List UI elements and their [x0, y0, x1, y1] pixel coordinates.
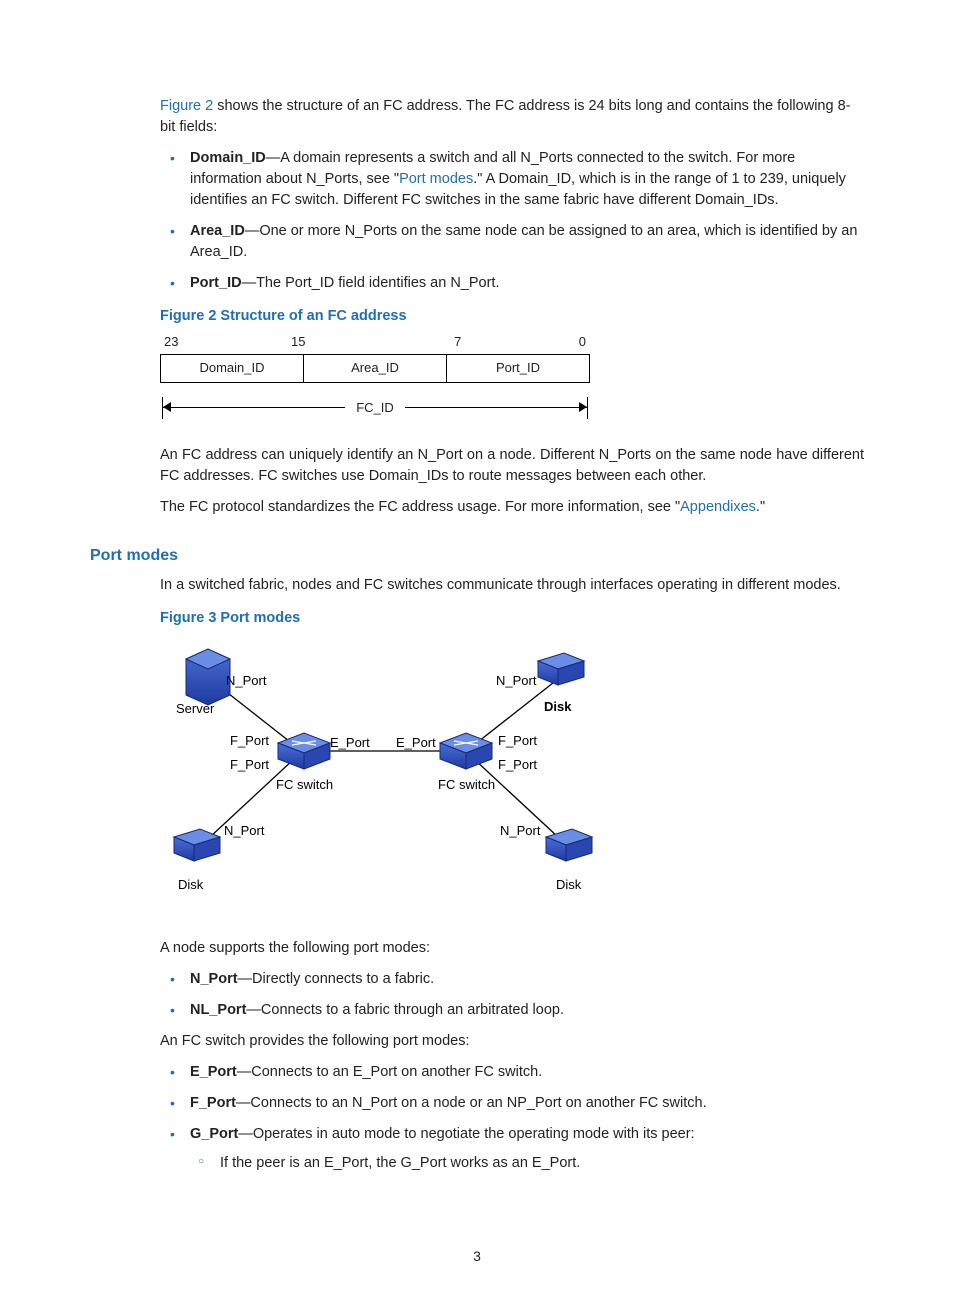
link-appendixes[interactable]: Appendixes	[680, 499, 756, 515]
link-port-modes[interactable]: Port modes	[399, 171, 473, 187]
figure-3-diagram: N_Port Server N_Port Disk F_Port F_Port …	[160, 637, 864, 914]
fig2-tick: 7	[405, 333, 511, 352]
fig2-cell-area: Area_ID	[304, 355, 447, 382]
fig3-label-fport: F_Port	[230, 757, 269, 772]
fig3-label-nport: N_Port	[500, 823, 541, 838]
list-item: Domain_ID—A domain represents a switch a…	[160, 148, 864, 211]
figure-3-caption: Figure 3 Port modes	[160, 608, 864, 629]
fig2-cell-port: Port_ID	[447, 355, 589, 382]
list-item: NL_Port—Connects to a fabric through an …	[160, 1000, 864, 1021]
fig3-label-disk: Disk	[556, 877, 582, 892]
switch-port-list: E_Port—Connects to an E_Port on another …	[160, 1062, 864, 1174]
list-item: F_Port—Connects to an N_Port on a node o…	[160, 1093, 864, 1114]
fig3-label-fport: F_Port	[230, 733, 269, 748]
figure-2-caption: Figure 2 Structure of an FC address	[160, 306, 864, 327]
fig3-label-eport: E_Port	[330, 735, 370, 750]
field-bullet-list: Domain_ID—A domain represents a switch a…	[160, 148, 864, 294]
fig3-label-server: Server	[176, 701, 215, 716]
fig3-label-eport: E_Port	[396, 735, 436, 750]
fig2-bracket-label: FC_ID	[345, 399, 405, 418]
fig3-label-fport: F_Port	[498, 757, 537, 772]
paragraph: An FC address can uniquely identify an N…	[160, 445, 864, 487]
fig3-label-disk: Disk	[544, 699, 572, 714]
fig3-label-fport: F_Port	[498, 733, 537, 748]
page-number: 3	[0, 1246, 954, 1266]
list-item: Port_ID—The Port_ID field identifies an …	[160, 273, 864, 294]
fig3-label-disk: Disk	[178, 877, 204, 892]
intro-paragraph: Figure 2 shows the structure of an FC ad…	[160, 96, 864, 138]
fig3-label-fcswitch: FC switch	[438, 777, 495, 792]
fig3-label-nport: N_Port	[496, 673, 537, 688]
list-item: N_Port—Directly connects to a fabric.	[160, 969, 864, 990]
list-item: Area_ID—One or more N_Ports on the same …	[160, 221, 864, 263]
sub-list-item: If the peer is an E_Port, the G_Port wor…	[190, 1153, 864, 1174]
fig2-cell-domain: Domain_ID	[161, 355, 304, 382]
paragraph: An FC switch provides the following port…	[160, 1031, 864, 1052]
fig3-label-nport: N_Port	[224, 823, 265, 838]
fig3-label-nport: N_Port	[226, 673, 267, 688]
fig2-tick: 15	[246, 333, 352, 352]
paragraph: In a switched fabric, nodes and FC switc…	[160, 575, 864, 596]
figure-2-diagram: 23 15 7 0 Domain_ID Area_ID Port_ID FC_I…	[160, 333, 590, 427]
paragraph: A node supports the following port modes…	[160, 938, 864, 959]
list-item: G_Port—Operates in auto mode to negotiat…	[160, 1124, 864, 1174]
list-item: E_Port—Connects to an E_Port on another …	[160, 1062, 864, 1083]
node-port-list: N_Port—Directly connects to a fabric. NL_…	[160, 969, 864, 1021]
heading-port-modes: Port modes	[90, 544, 864, 567]
link-figure-2[interactable]: Figure 2	[160, 98, 213, 114]
fig3-label-fcswitch: FC switch	[276, 777, 333, 792]
paragraph: The FC protocol standardizes the FC addr…	[160, 497, 864, 518]
